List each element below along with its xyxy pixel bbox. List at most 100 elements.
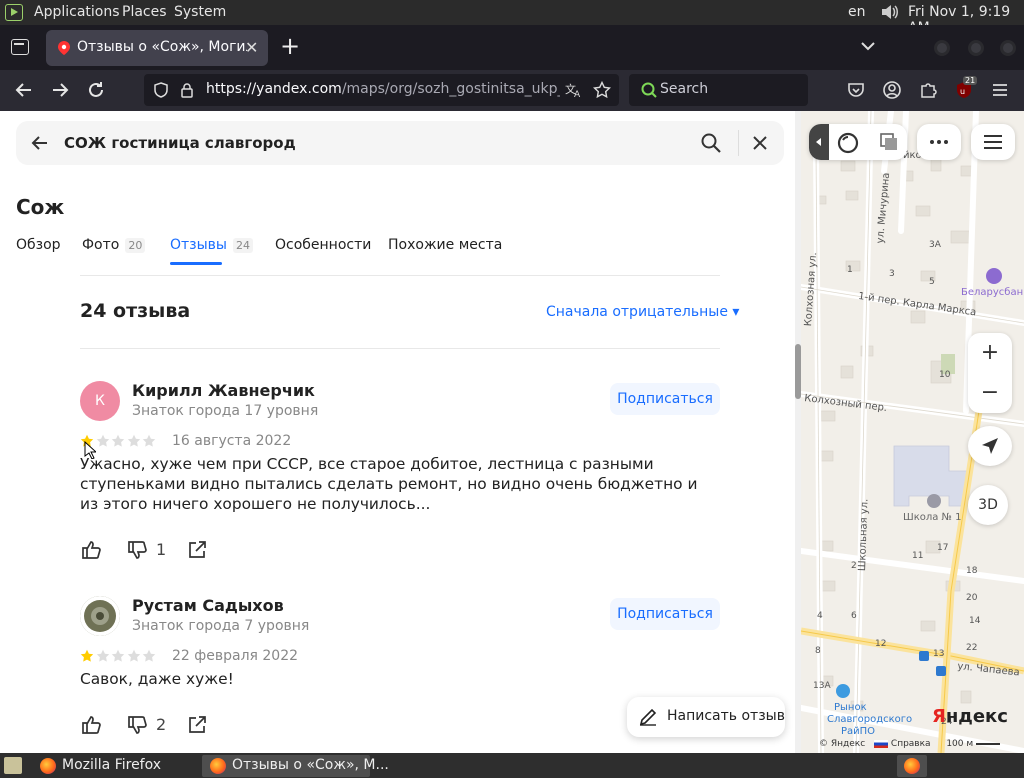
- menu-applications[interactable]: Applications: [34, 4, 120, 20]
- task-mozilla-firefox[interactable]: Mozilla Firefox: [32, 755, 198, 777]
- map-label-school[interactable]: Школа № 1: [903, 512, 962, 523]
- rating-stars: [80, 649, 158, 663]
- like-icon[interactable]: [80, 539, 102, 561]
- clear-search-icon[interactable]: [750, 133, 770, 153]
- map-copyright[interactable]: © Яндекс: [819, 739, 865, 749]
- firefox-view-icon[interactable]: [11, 39, 29, 55]
- star-empty-icon: [96, 649, 110, 663]
- map-view[interactable]: йковс ул. Мичурина Колхозная ул. 1-й пер…: [801, 111, 1024, 753]
- tab-photos[interactable]: Фото 20: [82, 237, 146, 253]
- tab-reviews[interactable]: Отзывы 24: [170, 237, 253, 253]
- new-tab-icon[interactable]: +: [280, 32, 300, 60]
- lock-icon[interactable]: [178, 81, 196, 99]
- active-tab-underline: [170, 262, 222, 265]
- reviewer-name[interactable]: Кирилл Жавнерчик: [132, 381, 315, 400]
- volume-icon[interactable]: [880, 3, 900, 21]
- subscribe-button[interactable]: Подписаться: [610, 598, 720, 630]
- search-placeholder: Search: [660, 81, 709, 97]
- zoom-out-button[interactable]: −: [968, 373, 1012, 413]
- 3d-toggle-button[interactable]: 3D: [968, 485, 1008, 525]
- house-number: 20: [966, 593, 978, 603]
- extensions-puzzle-icon[interactable]: [918, 80, 938, 100]
- translate-icon[interactable]: 文A: [565, 81, 583, 100]
- avatar[interactable]: [80, 596, 120, 636]
- back-icon[interactable]: [12, 78, 36, 102]
- map-layer-scheme-icon[interactable]: [837, 132, 859, 154]
- navigation-bar: https://yandex.com/maps/org/sozh_gostini…: [0, 70, 1024, 111]
- tab-similar-places[interactable]: Похожие места: [388, 237, 502, 253]
- taskbar: Mozilla Firefox Отзывы о «Сож», М...: [0, 753, 1024, 778]
- tab-overview[interactable]: Обзор: [16, 237, 61, 253]
- dislike-icon[interactable]: [126, 714, 148, 736]
- review-date: 16 августа 2022: [172, 433, 292, 449]
- close-window-icon[interactable]: [1000, 40, 1016, 56]
- pencil-icon: [639, 708, 657, 726]
- menu-places[interactable]: Places: [122, 4, 167, 20]
- star-empty-icon: [111, 649, 125, 663]
- subscribe-button[interactable]: Подписаться: [610, 383, 720, 415]
- menu-hamburger-icon[interactable]: [990, 80, 1010, 100]
- maximize-window-icon[interactable]: [968, 40, 984, 56]
- menu-system[interactable]: System: [174, 4, 226, 20]
- house-number: 17: [937, 543, 949, 553]
- map-label-market-2[interactable]: Славгородского: [827, 714, 912, 725]
- map-layers-icon[interactable]: [879, 132, 899, 152]
- search-query[interactable]: СОЖ гостиница славгород: [64, 134, 296, 152]
- dislike-icon[interactable]: [126, 539, 148, 561]
- url-path: /maps/org/sozh_gostinitsa_ukp_zhilk: [341, 81, 560, 97]
- tracking-protection-shield-icon[interactable]: [152, 81, 170, 99]
- reviewer-name[interactable]: Рустам Садыхов: [132, 596, 284, 615]
- back-arrow-icon[interactable]: [30, 133, 50, 153]
- write-review-button[interactable]: Написать отзыв: [627, 697, 785, 737]
- avatar[interactable]: К: [80, 381, 120, 421]
- zoom-control: + −: [968, 333, 1012, 413]
- url-bar[interactable]: https://yandex.com/maps/org/sozh_gostini…: [144, 74, 619, 106]
- minimize-window-icon[interactable]: [934, 40, 950, 56]
- applications-icon[interactable]: [5, 4, 23, 21]
- account-icon[interactable]: [882, 80, 902, 100]
- star-empty-icon: [127, 434, 141, 448]
- show-desktop-icon[interactable]: [4, 757, 22, 774]
- map-label-market-3[interactable]: РайПО: [841, 726, 875, 737]
- keyboard-layout-indicator[interactable]: en: [848, 4, 866, 20]
- share-icon[interactable]: [186, 714, 208, 736]
- tab-features[interactable]: Особенности: [275, 237, 371, 253]
- tab-yandex-reviews[interactable]: Отзывы о «Сож», Могилёвс ✕: [46, 30, 268, 66]
- review-text: Ужасно, хуже чем при СССР, все старое до…: [80, 455, 698, 513]
- web-search-bar[interactable]: Search: [629, 74, 808, 106]
- geolocation-button[interactable]: [968, 426, 1012, 466]
- reload-icon[interactable]: [84, 78, 108, 102]
- zoom-in-button[interactable]: +: [968, 333, 1012, 373]
- sort-dropdown[interactable]: Сначала отрицательные ▾: [546, 304, 739, 320]
- map-label-belarusbank[interactable]: Беларусбан: [961, 287, 1023, 298]
- forward-icon[interactable]: [48, 78, 72, 102]
- firefox-icon: [40, 758, 56, 774]
- map-more-button[interactable]: [917, 124, 961, 160]
- list-all-tabs-icon[interactable]: [859, 37, 877, 55]
- divider: [80, 348, 720, 349]
- reviews-count: 24 отзыва: [80, 300, 191, 322]
- url-text[interactable]: https://yandex.com/maps/org/sozh_gostini…: [206, 81, 560, 97]
- map-scale-label: 100 м: [946, 739, 974, 749]
- like-icon[interactable]: [80, 714, 102, 736]
- task-label: Отзывы о «Сож», М...: [232, 757, 389, 773]
- search-icon[interactable]: [700, 132, 722, 154]
- close-tab-icon[interactable]: ✕: [245, 38, 261, 57]
- map-menu-button[interactable]: [971, 124, 1015, 160]
- pocket-icon[interactable]: [846, 80, 866, 100]
- star-empty-icon: [96, 434, 110, 448]
- map-help-link[interactable]: Справка: [891, 739, 931, 749]
- star-empty-icon: [127, 649, 141, 663]
- workspace-switcher[interactable]: [897, 755, 927, 777]
- star-empty-icon: [111, 434, 125, 448]
- collapse-panel-icon[interactable]: [809, 124, 829, 160]
- share-icon[interactable]: [186, 539, 208, 561]
- task-yandex-reviews[interactable]: Отзывы о «Сож», М...: [202, 755, 389, 777]
- maps-search-box[interactable]: СОЖ гостиница славгород: [16, 121, 784, 165]
- house-number: 14: [969, 616, 981, 626]
- house-number: 8: [815, 646, 821, 656]
- map-label-market-1[interactable]: Рынок: [834, 702, 867, 713]
- bookmark-star-icon[interactable]: [592, 80, 612, 99]
- star-filled-icon: [80, 649, 94, 663]
- house-number: 22: [966, 643, 978, 653]
